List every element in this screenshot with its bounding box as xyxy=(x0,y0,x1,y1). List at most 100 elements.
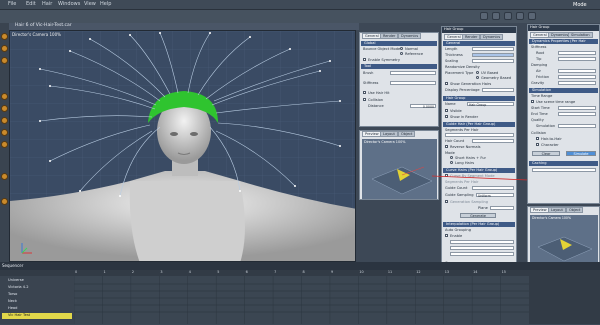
section-interpolation[interactable]: Interpolation (Per Hair Group) xyxy=(443,222,515,227)
reverse-normals-checkbox[interactable] xyxy=(445,145,448,148)
section-guide-hair[interactable]: Guide Hair (Per Hair Group) xyxy=(443,122,515,127)
tab-layout[interactable]: Layout xyxy=(548,207,566,213)
distance-field[interactable]: 0.0000 xyxy=(410,104,436,109)
tab-general[interactable]: General xyxy=(362,33,382,39)
section-general[interactable]: General xyxy=(443,41,515,46)
simulate-button[interactable]: Simulate xyxy=(566,151,596,156)
toolbar-icon[interactable] xyxy=(480,12,488,20)
brush-field[interactable] xyxy=(390,71,436,75)
tool-icon[interactable] xyxy=(1,129,8,136)
tool-icon[interactable] xyxy=(1,33,8,40)
section-tool[interactable]: Tool xyxy=(361,64,437,69)
interp-field-1[interactable] xyxy=(450,240,514,244)
tool-icon[interactable] xyxy=(1,93,8,100)
show-generation-checkbox[interactable] xyxy=(445,82,448,85)
scene-time-checkbox[interactable] xyxy=(531,100,534,103)
track-row[interactable]: Torso xyxy=(2,292,17,298)
viewport-tab[interactable]: Hair 6 of Vic-Hair-Test.car xyxy=(9,23,359,30)
tab-simulation[interactable]: Simulation xyxy=(568,32,593,38)
tab-preview[interactable]: Preview xyxy=(362,131,382,137)
gravity-field[interactable] xyxy=(558,81,596,85)
menu-hair[interactable]: Hair xyxy=(42,1,52,7)
tool-icon[interactable] xyxy=(1,141,8,148)
guide-count-field[interactable] xyxy=(472,186,514,190)
cache-field[interactable] xyxy=(532,168,596,172)
tool-icon[interactable] xyxy=(1,45,8,52)
right-preview-canvas[interactable]: Director's Camera 100% xyxy=(530,215,598,265)
geometry-based-radio[interactable] xyxy=(476,76,479,79)
generation-sampling-checkbox[interactable] xyxy=(445,200,448,203)
tool-icon[interactable] xyxy=(1,57,8,64)
normal-radio[interactable] xyxy=(400,47,403,50)
interp-field-3[interactable] xyxy=(450,252,514,256)
section-hair-group[interactable]: Hair Group xyxy=(443,96,515,101)
section-caching[interactable]: Caching xyxy=(529,161,598,166)
tip-field[interactable] xyxy=(558,57,596,61)
frame-ruler[interactable]: 0 1 2 3 4 5 6 7 8 9 10 11 12 13 14 15 xyxy=(74,270,529,276)
tab-general[interactable]: General xyxy=(530,32,550,38)
section-global[interactable]: Global xyxy=(361,41,437,46)
toolbar-icon[interactable] xyxy=(528,12,536,20)
tab-object[interactable]: Object xyxy=(398,131,416,137)
tab-render[interactable]: Render xyxy=(380,33,399,39)
visible-checkbox[interactable] xyxy=(445,109,448,112)
thickness-field[interactable] xyxy=(472,53,514,57)
track-row[interactable]: Victoria 4.2 xyxy=(2,285,29,291)
start-time-field[interactable] xyxy=(558,106,596,110)
scaling-field[interactable] xyxy=(472,59,514,63)
end-time-field[interactable] xyxy=(558,112,596,116)
hair-to-hair-checkbox[interactable] xyxy=(536,137,539,140)
track-row[interactable]: Head xyxy=(2,306,17,312)
character-checkbox[interactable] xyxy=(536,143,539,146)
toolbar-icon[interactable] xyxy=(516,12,524,20)
tab-object[interactable]: Object xyxy=(566,207,584,213)
length-field[interactable] xyxy=(472,47,514,51)
timeline-grid[interactable] xyxy=(73,276,529,324)
tool-icon[interactable] xyxy=(1,173,8,180)
tab-dynamics[interactable]: Dynamics xyxy=(398,33,422,39)
show-in-render-checkbox[interactable] xyxy=(445,115,448,118)
segments-slider[interactable] xyxy=(445,133,514,137)
tab-general[interactable]: General xyxy=(444,34,464,40)
track-row[interactable]: Universe xyxy=(2,278,24,284)
track-row[interactable]: Neck xyxy=(2,299,17,305)
name-field[interactable]: Hair Group xyxy=(467,102,514,107)
tab-render[interactable]: Render xyxy=(462,34,481,40)
tab-layout[interactable]: Layout xyxy=(380,131,398,137)
simulation-field[interactable] xyxy=(558,124,596,128)
enable-checkbox[interactable] xyxy=(445,234,448,237)
stiffness-field[interactable] xyxy=(390,81,436,85)
toolbar-icon[interactable] xyxy=(504,12,512,20)
3d-viewport[interactable] xyxy=(9,30,356,262)
uv-based-radio[interactable] xyxy=(476,71,479,74)
menu-file[interactable]: File xyxy=(8,1,16,7)
menu-view[interactable]: View xyxy=(84,1,96,7)
guide-sampling-select[interactable]: Uniform xyxy=(476,193,514,198)
section-dynamics[interactable]: Dynamics Properties (Per Hair Group) xyxy=(529,39,598,47)
menu-edit[interactable]: Edit xyxy=(26,1,36,7)
menu-windows[interactable]: Windows xyxy=(58,1,80,7)
tool-icon[interactable] xyxy=(1,198,8,205)
tab-preview[interactable]: Preview xyxy=(530,207,550,213)
hair-count-field[interactable] xyxy=(472,139,514,143)
toolbar-icon[interactable] xyxy=(492,12,500,20)
use-hair-hit-checkbox[interactable] xyxy=(363,91,366,94)
interp-field-2[interactable] xyxy=(450,246,514,250)
collision-checkbox[interactable] xyxy=(363,98,366,101)
generate-button[interactable]: Generate xyxy=(460,213,496,218)
plane-select[interactable] xyxy=(490,206,514,210)
display-percentage-field[interactable] xyxy=(482,88,514,92)
preview-canvas[interactable]: Director's Camera 100% xyxy=(362,139,437,199)
track-row-selected[interactable]: Vic Hair Test xyxy=(2,313,72,319)
tab-dynamics[interactable]: Dynamics xyxy=(480,34,504,40)
tool-icon[interactable] xyxy=(1,117,8,124)
long-hairs-radio[interactable] xyxy=(450,161,453,164)
friction-field[interactable] xyxy=(558,75,596,79)
menu-help[interactable]: Help xyxy=(100,1,111,7)
air-field[interactable] xyxy=(558,69,596,73)
section-simulation[interactable]: Simulation xyxy=(529,88,598,93)
root-field[interactable] xyxy=(558,51,596,55)
symmetry-checkbox[interactable] xyxy=(363,58,366,61)
tool-icon[interactable] xyxy=(1,105,8,112)
clear-button[interactable]: Clear xyxy=(532,151,560,156)
